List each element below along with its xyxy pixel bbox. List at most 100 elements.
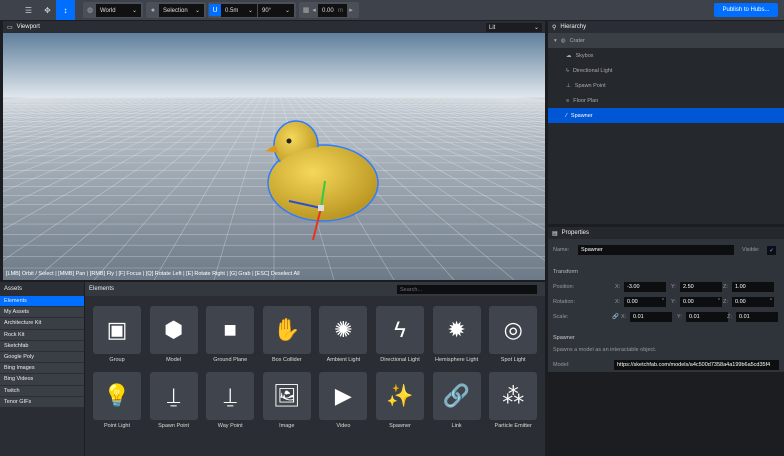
properties-header: ▤ Properties	[548, 227, 784, 239]
increase-icon[interactable]: ▸	[348, 4, 354, 16]
hierarchy-item-crater[interactable]: ▾ ◍ Crater	[548, 33, 784, 48]
translation-snap-select[interactable]: 0.5m ⌄	[221, 4, 257, 17]
scene-canvas[interactable]: [LMB] Orbit / Select | [MMB] Pan | [RMB]…	[3, 33, 545, 280]
image-icon: 🖼	[272, 383, 301, 408]
element-label: Point Light	[104, 423, 130, 429]
caret-down-icon[interactable]: ▾	[554, 38, 557, 44]
properties-title: Properties	[561, 230, 590, 236]
asset-source-bing-videos[interactable]: Bing Videos	[0, 374, 84, 386]
asset-source-elements[interactable]: Elements	[0, 296, 84, 308]
chevron-down-icon: ⌄	[194, 8, 200, 14]
position-x-input[interactable]: -3.00	[624, 282, 666, 292]
position-label: Position:	[553, 284, 575, 290]
element-tile-particle-emitter[interactable]: ⁂	[489, 372, 538, 420]
link-scale-icon[interactable]: 🔗	[612, 314, 619, 320]
element-tile-model[interactable]: ⬢	[149, 306, 198, 354]
element-tile-image[interactable]: 🖼	[262, 372, 311, 420]
element-tile-video[interactable]: ▶	[319, 372, 368, 420]
snap-group: U 0.5m ⌄ 90° ⌄	[208, 2, 296, 18]
component-title: Spawner	[553, 335, 575, 341]
move-icon[interactable]: ✥	[38, 0, 57, 20]
element-tile-box-collider[interactable]: ✋	[262, 306, 311, 354]
element-label: Ground Plane	[213, 357, 248, 363]
chevron-down-icon: ⌄	[284, 8, 290, 14]
asset-source-tenor-gifs[interactable]: Tenor GIFs	[0, 396, 84, 408]
visible-checkbox[interactable]: ✔	[767, 246, 776, 255]
hierarchy-item-skybox[interactable]: ☁ Skybox	[548, 48, 784, 63]
element-tile-spawn-point[interactable]: ⍊	[149, 372, 198, 420]
name-input[interactable]: Spawner	[578, 245, 734, 255]
asset-source-bing-images[interactable]: Bing Images	[0, 363, 84, 375]
asset-source-twitch[interactable]: Twitch	[0, 385, 84, 397]
spot-light-icon: ◎	[503, 317, 523, 342]
model-label: Model:	[553, 362, 570, 368]
spawn-point-icon: ⍊	[166, 383, 181, 408]
model-url-input[interactable]: https://sketchfab.com/models/a4c500d7358…	[614, 360, 779, 370]
coord-space-select[interactable]: World ⌄	[96, 4, 141, 17]
position-z-value: 1.00	[735, 284, 746, 290]
pivot-select[interactable]: Selection ⌄	[159, 4, 204, 17]
position-y-input[interactable]: 2.50	[680, 282, 722, 292]
component-description: Spawns a model as an interactable object…	[553, 347, 657, 353]
hierarchy-item-spawner[interactable]: ⁄ Spawner	[548, 108, 784, 123]
hierarchy-item-floor-plan[interactable]: ≡ Floor Plan	[548, 93, 784, 108]
element-tile-point-light[interactable]: 💡	[93, 372, 141, 420]
publish-button[interactable]: Publish to Hubs...	[714, 3, 778, 17]
rotation-y-input[interactable]: 0.00 °	[680, 297, 722, 307]
asset-source-rock-kit[interactable]: Rock Kit	[0, 329, 84, 341]
rotation-x-input[interactable]: 0.00 °	[624, 297, 666, 307]
x-axis-label: X:	[621, 314, 627, 320]
hierarchy-label: Directional Light	[572, 67, 613, 74]
grid-height-input[interactable]: 0.00 m	[318, 4, 347, 17]
scale-z-input[interactable]: 0.01	[736, 312, 778, 322]
z-axis-label: Z:	[723, 299, 728, 305]
hierarchy-item-spawn-point[interactable]: ⊥ Spawn Point	[548, 78, 784, 93]
element-tile-ambient-light[interactable]: ✺	[319, 306, 368, 354]
scene-render	[3, 33, 545, 280]
elements-search-input[interactable]	[397, 285, 537, 294]
element-tile-link[interactable]: 🔗	[432, 372, 481, 420]
properties-icon: ▤	[552, 230, 558, 237]
element-tile-hemisphere-light[interactable]: ✹	[432, 306, 481, 354]
rotation-snap-select[interactable]: 90° ⌄	[258, 4, 294, 17]
hierarchy-label: Spawner	[570, 112, 593, 119]
rotation-snap-value: 90°	[262, 7, 272, 14]
asset-source-sketchfab[interactable]: Sketchfab	[0, 340, 84, 352]
ambient-light-icon: ✺	[334, 317, 353, 342]
element-tile-group[interactable]: ▣	[93, 306, 141, 354]
assets-title: Assets	[0, 282, 84, 296]
hierarchy-label: Crater	[569, 37, 585, 44]
globe-icon: ◍	[560, 37, 566, 44]
element-label: Group	[109, 357, 125, 363]
scale-icon[interactable]: ↕	[56, 0, 75, 20]
element-tile-spot-light[interactable]: ◎	[489, 306, 538, 354]
scale-z-value: 0.01	[739, 314, 750, 320]
rotation-z-input[interactable]: 0.00 °	[732, 297, 774, 307]
asset-source-google-poly[interactable]: Google Poly	[0, 351, 84, 364]
render-mode-select[interactable]: Lit ⌄	[486, 23, 542, 32]
position-z-input[interactable]: 1.00	[732, 282, 774, 292]
element-tile-spawner[interactable]: ✨	[376, 372, 424, 420]
asset-source-architecture-kit[interactable]: Architecture Kit	[0, 318, 84, 330]
hemisphere-light-icon: ✹	[447, 317, 466, 342]
magnet-icon[interactable]: U	[209, 4, 221, 16]
asset-source-my-assets[interactable]: My Assets	[0, 307, 84, 319]
name-label: Name:	[553, 247, 570, 253]
spawn-icon: ⊥	[566, 82, 571, 89]
element-tile-ground-plane[interactable]: ■	[206, 306, 255, 354]
scale-x-value: 0.01	[633, 314, 644, 320]
hierarchy-item-directional-light[interactable]: ϟ Directional Light	[548, 63, 784, 78]
scale-x-input[interactable]: 0.01	[630, 312, 672, 322]
menu-icon[interactable]: ☰	[19, 0, 38, 20]
decrease-icon[interactable]: ◂	[311, 4, 317, 16]
scale-label: Scale:	[553, 314, 569, 320]
element-tile-directional-light[interactable]: ϟ	[376, 306, 424, 354]
box-collider-icon: ✋	[273, 317, 301, 342]
spawner-icon: ✨	[386, 383, 414, 408]
element-tile-way-point[interactable]: ⍊	[206, 372, 255, 420]
scale-y-input[interactable]: 0.01	[686, 312, 728, 322]
hierarchy-title: Hierarchy	[560, 24, 587, 30]
coord-space-group: ◍ World ⌄	[83, 2, 143, 18]
elements-panel: Elements ▣Group⬢Model■Ground Plane✋Box C…	[85, 282, 545, 456]
point-light-icon: 💡	[103, 383, 131, 408]
